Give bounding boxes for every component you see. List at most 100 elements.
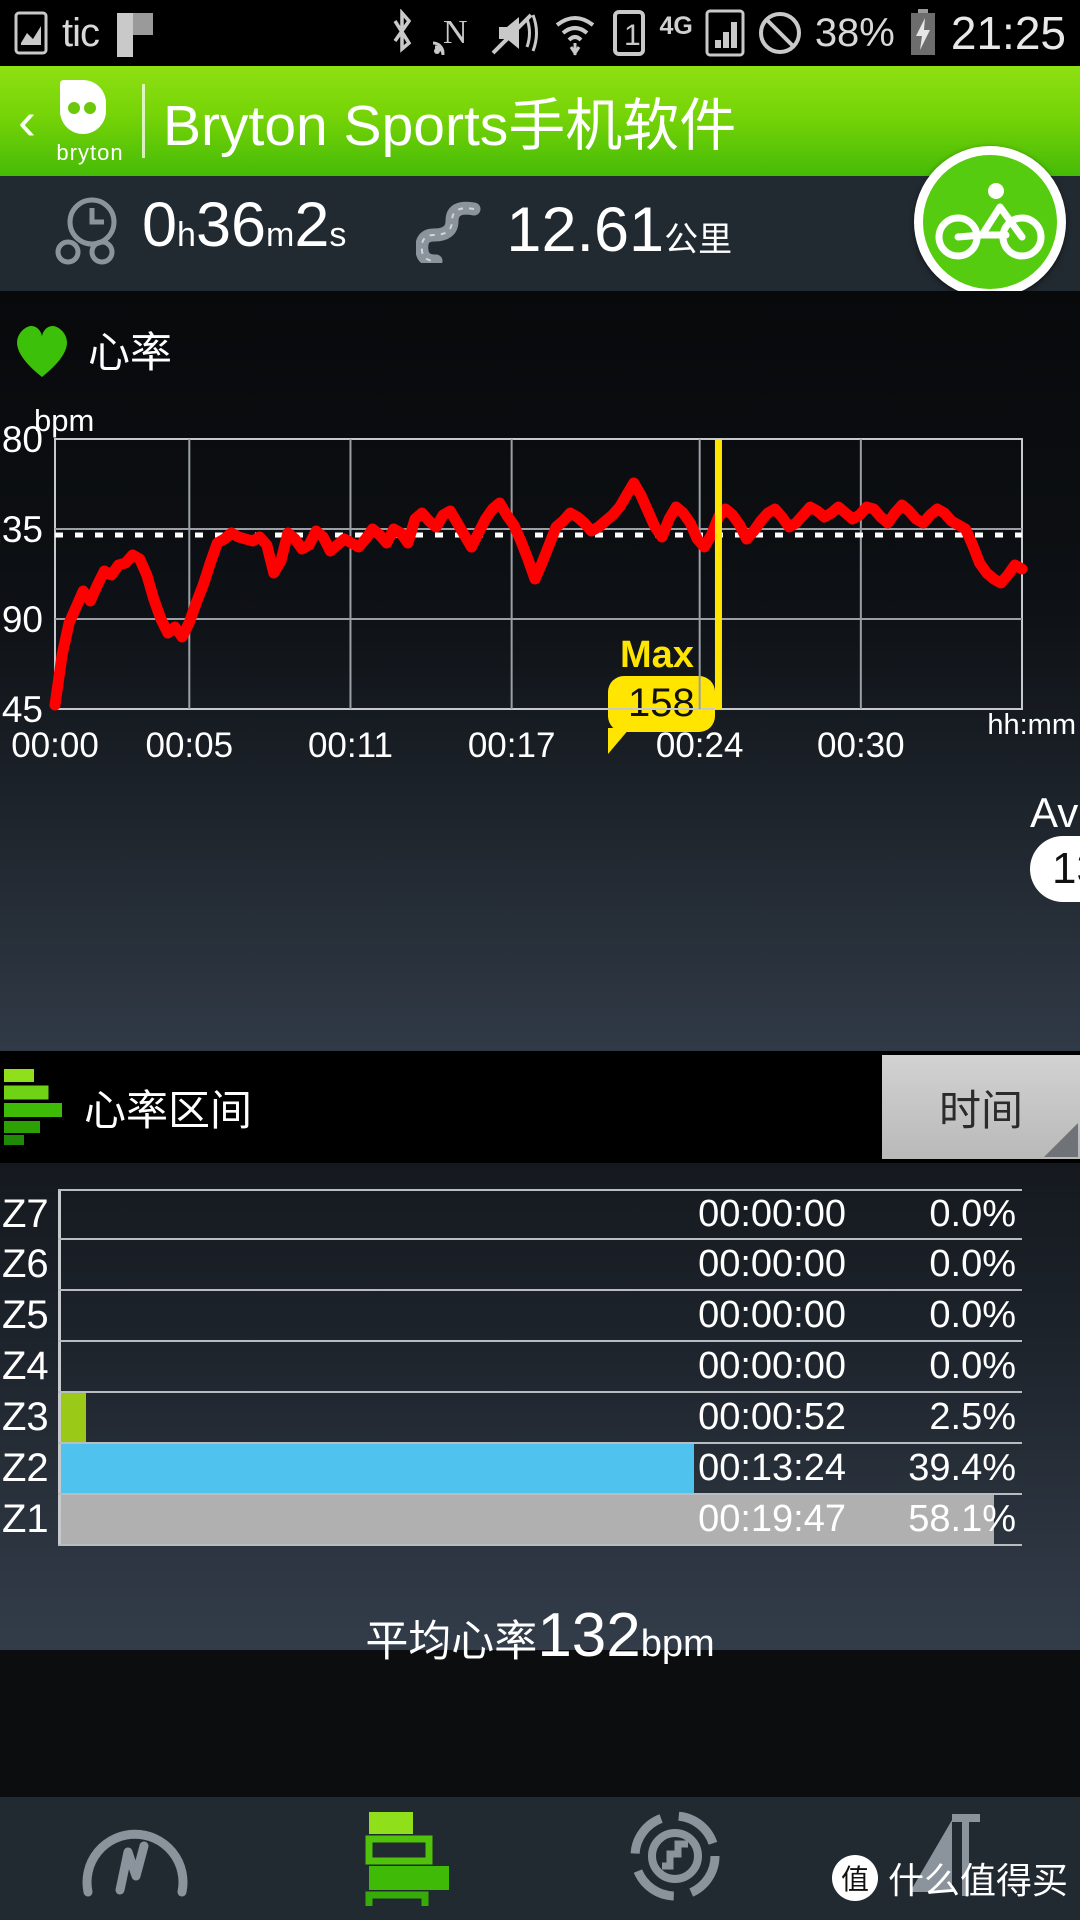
x-tick-label: 00:00 [11,726,99,765]
zone-label: Z5 [2,1293,49,1337]
zone-label: Z2 [2,1446,49,1490]
heart-rate-series [49,477,1028,711]
back-button[interactable]: ‹ [18,94,36,148]
flag-icon [113,9,157,57]
zone-percent: 0.0% [929,1294,1016,1336]
zones-title: 心率区间 [84,1086,253,1134]
duration-seconds: 2 [294,190,330,260]
zone-time: 00:00:00 [698,1243,846,1285]
zone-percent: 2.5% [929,1396,1016,1438]
zone-label: Z6 [2,1242,49,1286]
zone-values: 00:00:52 2.5% [596,1396,1022,1439]
wifi-icon [551,9,599,57]
zone-row[interactable]: Z6 00:00:00 0.0% [2,1240,1022,1291]
average-hr-label: 平均心率 [365,1618,538,1666]
zone-row[interactable]: Z4 00:00:00 0.0% [2,1342,1022,1393]
svg-text:N: N [443,14,468,51]
zone-time: 00:00:00 [698,1345,846,1387]
zone-row[interactable]: Z2 00:13:24 39.4% [2,1444,1022,1495]
road-icon [415,199,490,268]
x-tick-label: 00:30 [817,726,905,765]
svg-text:1: 1 [624,19,641,52]
distance-value: 12.61 [506,195,665,265]
sort-button-label: 时间 [938,1086,1023,1134]
x-tick-label: 00:17 [468,726,556,765]
sport-type-badge[interactable] [914,146,1066,298]
divider [141,84,145,158]
duration-hours-unit: h [177,216,196,254]
zone-values: 00:00:00 0.0% [596,1193,1022,1236]
zone-label: Z3 [2,1395,49,1439]
x-tick-label: 00:05 [146,726,234,765]
heart-icon [12,323,70,377]
mute-icon [485,9,539,57]
zone-time: 00:00:52 [698,1396,846,1438]
nav-tab-cadence[interactable] [540,1806,810,1911]
summary-bar: 0 h 36 m 2 s 12.61 公里 [0,146,1080,298]
zone-time: 00:19:47 [698,1498,846,1540]
zone-percent: 0.0% [929,1243,1016,1285]
status-bar: tic N 1 4G 38% 21:25 [0,0,1080,66]
zone-row[interactable]: Z1 00:19:47 58.1% [2,1495,1022,1546]
heart-rate-panel: 心率 Max 158 Avg 13 bpm 180135904500:0000:… [0,291,1080,1051]
zone-bar [61,1393,87,1442]
zones-bars-icon [359,1806,451,1919]
cadence-icon [620,1806,730,1911]
page-title: Bryton Sports手机软件 [162,94,737,158]
zones-bars-icon [3,1065,70,1150]
zone-label: Z4 [2,1344,49,1388]
network-type-label: 4G [659,12,693,40]
heart-rate-chart[interactable]: bpm 180135904500:0000:0500:1100:1700:240… [0,403,1080,841]
distance-unit: 公里 [664,221,733,259]
zone-axis-line [58,1240,61,1289]
zone-values: 00:19:47 58.1% [596,1498,1022,1541]
x-tick-label: 00:24 [656,726,744,765]
zone-row[interactable]: Z3 00:00:52 2.5% [2,1393,1022,1444]
heart-rate-line-chart: 180135904500:0000:0500:1100:1700:2400:30 [0,419,1028,765]
zone-axis-line [58,1191,61,1238]
watermark-text: 什么值得买 [887,1860,1068,1901]
zone-row[interactable]: Z7 00:00:00 0.0% [2,1189,1022,1240]
duration-seconds-unit: s [329,216,347,254]
app-screen: tic N 1 4G 38% 21:25 ‹ bryton Bryton Spo… [0,0,1080,1920]
nav-tab-zones[interactable] [270,1806,540,1919]
nav-tab-speed[interactable] [0,1806,270,1911]
zone-percent: 58.1% [908,1498,1016,1540]
sim-icon: 1 [611,9,647,57]
zones-panel: Z7 00:00:00 0.0% Z6 00:00:00 0.0% Z5 00:00:00 0.… [0,1163,1080,1670]
distance-stat: 12.61 公里 [415,195,733,268]
bluetooth-icon [387,9,417,57]
zone-axis-line [58,1342,61,1391]
zone-row-list: Z7 00:00:00 0.0% Z6 00:00:00 0.0% Z5 00:00:00 0.… [2,1189,1022,1546]
bryton-logo: bryton [38,78,130,165]
duration-stat: 0 h 36 m 2 s [52,194,346,273]
zone-values: 00:00:00 0.0% [596,1294,1022,1337]
signal-icon [705,8,745,58]
average-heart-rate-footer: 平均心率132bpm [0,1600,1080,1671]
zone-time: 00:13:24 [698,1447,846,1489]
carrier-label: tic [62,10,100,55]
duration-minutes-unit: m [266,216,295,254]
x-tick-label: 00:11 [308,726,393,765]
duration-clock-bike-icon [52,194,126,273]
duration-hours: 0 [142,190,178,260]
battery-percent-label: 38% [814,10,895,55]
resize-corner-icon [1044,1123,1078,1157]
y-tick-label: 90 [2,599,43,640]
zones-header: 心率区间 时间 [0,1051,1080,1163]
zone-values: 00:00:00 0.0% [596,1345,1022,1388]
zone-values: 00:13:24 39.4% [596,1447,1022,1490]
dnd-icon [757,9,803,57]
bicycle-icon [934,177,1046,268]
screenshot-icon [14,11,48,55]
zone-values: 00:00:00 0.0% [596,1243,1022,1286]
heart-rate-header: 心率 [0,291,1080,380]
app-bar: ‹ bryton Bryton Sports手机软件 [0,66,1080,176]
zone-row[interactable]: Z5 00:00:00 0.0% [2,1291,1022,1342]
speedometer-icon [70,1806,200,1911]
site-watermark: 值 什么值得买 [831,1852,1068,1904]
average-hr-value: 132 [537,1601,641,1670]
battery-icon [907,8,939,58]
sort-by-time-button[interactable]: 时间 [882,1055,1080,1159]
y-axis-unit-label: bpm [34,403,95,438]
